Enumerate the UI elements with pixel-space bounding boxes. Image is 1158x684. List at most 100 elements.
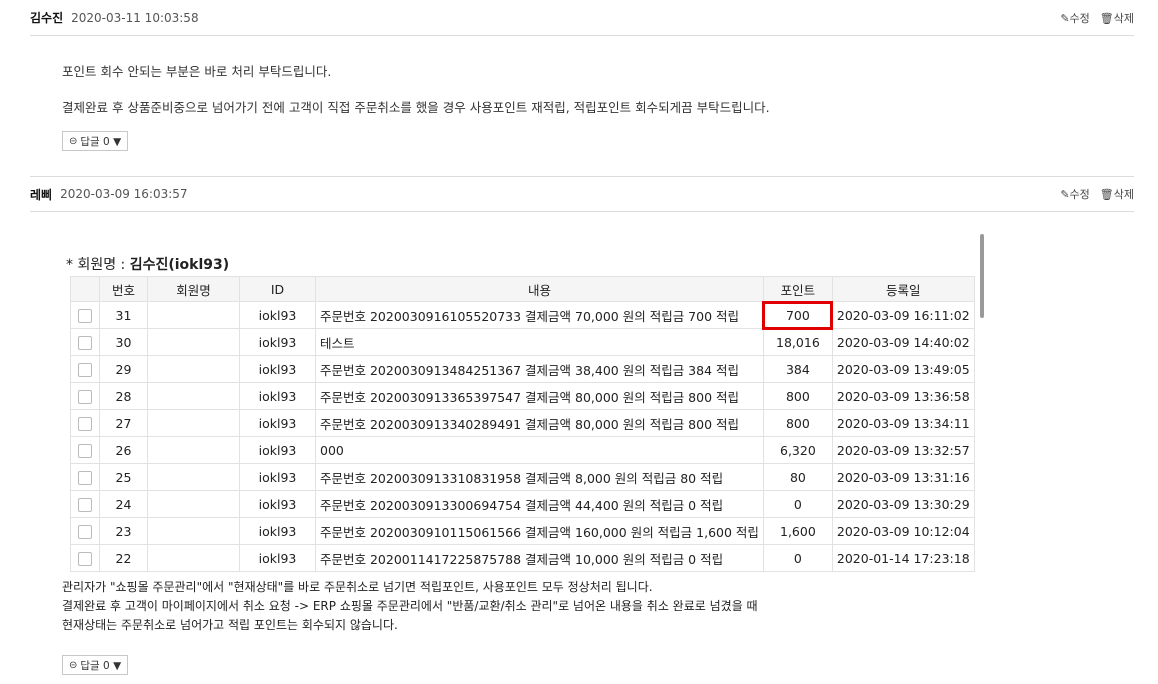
row-checkbox[interactable]	[70, 301, 100, 329]
row-member-name	[147, 544, 240, 572]
comment-text-line: 결제완료 후 상품준비중으로 넘어가기 전에 고객이 직접 주문취소를 했을 경…	[62, 100, 770, 115]
row-id: iokl93	[239, 409, 316, 437]
comment-date: 2020-03-09 16:03:57	[60, 187, 188, 201]
row-checkbox[interactable]	[70, 355, 100, 383]
reply-label: 답글 0 ▼	[80, 135, 122, 148]
reply-toggle-button[interactable]: ⊝ 답글 0 ▼	[62, 131, 129, 151]
checkbox-icon[interactable]	[78, 497, 92, 512]
row-point: 6,320	[762, 436, 833, 464]
table-header-row: 번호 회원명 ID 내용 포인트 등록일	[70, 276, 975, 302]
comment-header-2: 레삐 2020-03-09 16:03:57 ✎수정 🗑삭제	[30, 176, 1134, 212]
row-member-name	[147, 463, 240, 491]
row-number: 30	[99, 328, 148, 356]
table-row: 25 iokl93 주문번호 2020030913310831958 결제금액 8,…	[70, 463, 975, 491]
comment-text-line: 현재상태는 주문취소로 넘어가고 적립 포인트는 회수되지 않습니다.	[62, 618, 398, 632]
checkbox-icon[interactable]	[78, 389, 92, 404]
row-content: 주문번호 2020030913300694754 결제금액 44,400 원의 …	[315, 490, 764, 518]
row-member-name	[147, 382, 240, 410]
comment-header-1: 김수진 2020-03-11 10:03:58 ✎수정 🗑삭제	[30, 0, 1134, 36]
checkbox-icon[interactable]	[78, 362, 92, 377]
comment-author: 김수진	[30, 11, 64, 25]
col-header	[70, 276, 100, 302]
row-date: 2020-03-09 10:12:04	[831, 517, 975, 545]
scrollbar[interactable]	[980, 234, 984, 318]
row-id: iokl93	[239, 382, 316, 410]
row-point: 0	[762, 490, 833, 518]
delete-button[interactable]: 🗑삭제	[1100, 10, 1134, 26]
row-checkbox[interactable]	[70, 544, 100, 572]
row-date: 2020-03-09 13:32:57	[831, 436, 975, 464]
row-date: 2020-03-09 13:34:11	[831, 409, 975, 437]
member-name: 김수진(iokl93)	[129, 257, 230, 273]
col-header: ID	[239, 276, 316, 302]
row-point: 700	[762, 300, 834, 330]
col-header: 내용	[315, 276, 764, 302]
row-checkbox[interactable]	[70, 328, 100, 356]
row-checkbox[interactable]	[70, 517, 100, 545]
table-row: 26 iokl93 000 6,320 2020-03-09 13:32:57	[70, 436, 975, 464]
row-number: 28	[99, 382, 148, 410]
table-row: 23 iokl93 주문번호 2020030910115061566 결제금액 16…	[70, 517, 975, 545]
row-checkbox[interactable]	[70, 490, 100, 518]
comment-text-line: 포인트 회수 안되는 부분은 바로 처리 부탁드립니다.	[62, 64, 332, 79]
row-member-name	[147, 436, 240, 464]
row-date: 2020-03-09 13:49:05	[831, 355, 975, 383]
member-title: * 회원명 : 김수진(iokl93)	[66, 257, 230, 273]
col-header: 번호	[99, 276, 148, 302]
row-id: iokl93	[239, 544, 316, 572]
reply-toggle-button[interactable]: ⊝ 답글 0 ▼	[62, 655, 129, 675]
checkbox-icon[interactable]	[78, 335, 92, 350]
table-row: 27 iokl93 주문번호 2020030913340289491 결제금액 80…	[70, 409, 975, 437]
table-row: 22 iokl93 주문번호 2020011417225875788 결제금액 10…	[70, 544, 975, 572]
col-header: 포인트	[762, 276, 833, 302]
col-header: 등록일	[831, 276, 975, 302]
checkbox-icon[interactable]	[78, 308, 92, 323]
comment-date: 2020-03-11 10:03:58	[71, 10, 199, 25]
row-content: 주문번호 2020030913310831958 결제금액 8,000 원의 적…	[315, 463, 764, 491]
comment-actions: ✎수정 🗑삭제	[1060, 10, 1134, 26]
row-checkbox[interactable]	[70, 409, 100, 437]
row-point: 0	[762, 544, 833, 572]
reply-icon: ⊝	[69, 135, 78, 147]
checkbox-icon[interactable]	[78, 470, 92, 485]
row-number: 22	[99, 544, 148, 572]
edit-button[interactable]: ✎수정	[1060, 186, 1089, 202]
row-member-name	[147, 328, 240, 356]
row-point: 384	[762, 355, 833, 383]
table-row: 31 iokl93 주문번호 2020030916105520733 결제금액 70…	[70, 300, 975, 330]
row-number: 23	[99, 517, 148, 545]
comment-text-line: 관리자가 "쇼핑몰 주문관리"에서 "현재상태"를 바로 주문취소로 넘기면 적…	[62, 580, 653, 594]
reply-label: 답글 0 ▼	[80, 659, 122, 672]
checkbox-icon[interactable]	[78, 551, 92, 566]
row-number: 29	[99, 355, 148, 383]
row-number: 26	[99, 436, 148, 464]
row-id: iokl93	[239, 328, 316, 356]
checkbox-icon[interactable]	[78, 443, 92, 458]
row-content: 주문번호 2020030910115061566 결제금액 160,000 원의…	[315, 517, 764, 545]
row-checkbox[interactable]	[70, 463, 100, 491]
embedded-screenshot: * 회원명 : 김수진(iokl93) 번호 회원명 ID 내용 포인트 등록일…	[62, 232, 984, 578]
table-row: 30 iokl93 테스트 18,016 2020-03-09 14:40:02	[70, 328, 975, 356]
reply-icon: ⊝	[69, 659, 78, 671]
row-member-name	[147, 355, 240, 383]
table-row: 29 iokl93 주문번호 2020030913484251367 결제금액 38…	[70, 355, 975, 383]
row-date: 2020-03-09 16:11:02	[831, 301, 975, 329]
checkbox-icon[interactable]	[78, 416, 92, 431]
row-number: 27	[99, 409, 148, 437]
delete-button[interactable]: 🗑삭제	[1100, 186, 1134, 202]
edit-button[interactable]: ✎수정	[1060, 10, 1089, 26]
comment-actions: ✎수정 🗑삭제	[1060, 186, 1134, 202]
comment-text: 관리자가 "쇼핑몰 주문관리"에서 "현재상태"를 바로 주문취소로 넘기면 적…	[62, 578, 758, 635]
table-row: 28 iokl93 주문번호 2020030913365397547 결제금액 80…	[70, 382, 975, 410]
row-content: 테스트	[315, 328, 764, 356]
row-number: 25	[99, 463, 148, 491]
checkbox-icon[interactable]	[78, 524, 92, 539]
row-number: 31	[99, 301, 148, 329]
row-checkbox[interactable]	[70, 382, 100, 410]
row-member-name	[147, 409, 240, 437]
row-date: 2020-03-09 13:36:58	[831, 382, 975, 410]
row-member-name	[147, 301, 240, 329]
row-checkbox[interactable]	[70, 436, 100, 464]
col-header: 회원명	[147, 276, 240, 302]
row-date: 2020-03-09 13:30:29	[831, 490, 975, 518]
